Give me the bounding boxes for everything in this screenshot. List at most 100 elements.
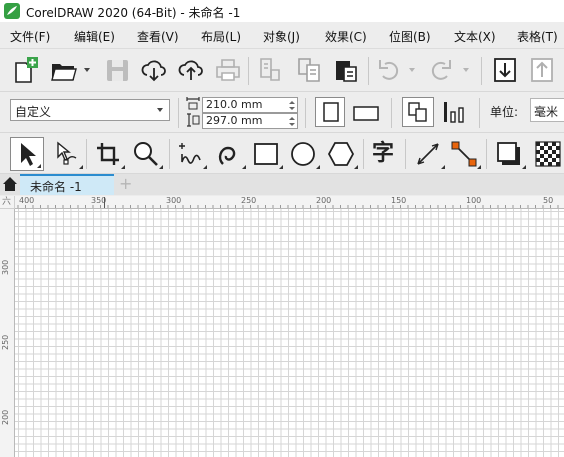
menu-table[interactable]: 表格(T) bbox=[517, 28, 558, 45]
copy-properties-icon[interactable] bbox=[295, 56, 323, 84]
polygon-tool-icon[interactable] bbox=[327, 140, 355, 168]
portrait-page-icon bbox=[323, 102, 339, 122]
menu-object[interactable]: 对象(J) bbox=[263, 28, 300, 45]
toolbar-separator bbox=[86, 139, 87, 169]
tool-flyout-indicator bbox=[316, 165, 320, 169]
decrease-height-arrow[interactable] bbox=[289, 123, 295, 126]
unit-label: 单位: bbox=[490, 105, 519, 119]
connector-tool-icon[interactable] bbox=[450, 140, 478, 168]
artistic-media-tool-icon[interactable] bbox=[215, 140, 243, 168]
increase-width-arrow[interactable] bbox=[289, 101, 295, 104]
add-document-tab-button[interactable]: + bbox=[119, 176, 133, 192]
pick-tool-button[interactable] bbox=[10, 137, 44, 171]
menu-bar: 文件(F) 编辑(E) 查看(V) 布局(L) 对象(J) 效果(C) 位图(B… bbox=[0, 22, 564, 49]
rectangle-tool-icon[interactable] bbox=[252, 140, 280, 168]
ellipse-tool-icon[interactable] bbox=[289, 140, 317, 168]
ruler-label: 300 bbox=[166, 196, 182, 205]
drop-shadow-tool-icon[interactable] bbox=[495, 140, 523, 168]
new-document-icon[interactable] bbox=[12, 56, 40, 84]
tool-flyout-indicator bbox=[203, 165, 207, 169]
menu-edit[interactable]: 编辑(E) bbox=[74, 28, 115, 45]
undo-icon[interactable] bbox=[376, 56, 404, 84]
ruler-label: 250 bbox=[241, 196, 257, 205]
ruler-label: 50 bbox=[543, 196, 554, 205]
menu-view[interactable]: 查看(V) bbox=[137, 28, 179, 45]
menu-file[interactable]: 文件(F) bbox=[10, 28, 50, 45]
title-bar: CorelDRAW 2020 (64-Bit) - 未命名 -1 bbox=[0, 0, 564, 22]
unit-dropdown[interactable]: 毫米 bbox=[530, 98, 564, 122]
vertical-ruler[interactable]: 300 250 200 bbox=[0, 209, 15, 457]
home-icon[interactable] bbox=[2, 176, 18, 192]
toolbar-separator bbox=[479, 98, 480, 128]
portrait-button[interactable] bbox=[315, 97, 345, 127]
undo-dropdown-arrow[interactable] bbox=[409, 68, 415, 72]
print-icon[interactable] bbox=[214, 56, 242, 84]
page-height-value: 297.0 mm bbox=[206, 114, 263, 127]
open-folder-icon[interactable] bbox=[50, 56, 78, 84]
transparency-tool-icon[interactable] bbox=[534, 140, 562, 168]
tool-flyout-indicator bbox=[121, 165, 125, 169]
cloud-download-icon[interactable] bbox=[140, 56, 168, 84]
menu-layout[interactable]: 布局(L) bbox=[201, 28, 241, 45]
save-icon[interactable] bbox=[104, 56, 132, 84]
crop-tool-icon[interactable] bbox=[94, 140, 122, 168]
toolbar-separator bbox=[368, 57, 369, 85]
tool-flyout-indicator bbox=[279, 165, 283, 169]
open-dropdown-arrow[interactable] bbox=[84, 68, 90, 72]
toolbar-separator bbox=[486, 139, 487, 169]
menu-bitmaps[interactable]: 位图(B) bbox=[389, 28, 431, 45]
paste-icon[interactable] bbox=[332, 56, 360, 84]
unit-value: 毫米 bbox=[534, 105, 559, 119]
ruler-origin-corner[interactable]: 六 bbox=[0, 196, 15, 209]
window-title: CorelDRAW 2020 (64-Bit) - 未命名 -1 bbox=[26, 6, 241, 20]
page-height-field[interactable]: 297.0 mm bbox=[202, 113, 298, 129]
toolbar-separator bbox=[481, 57, 482, 85]
page-layout-icon[interactable] bbox=[256, 56, 284, 84]
text-tool-icon[interactable]: 字 bbox=[372, 141, 394, 167]
export-icon[interactable] bbox=[528, 56, 556, 84]
zoom-tool-icon[interactable] bbox=[132, 140, 160, 168]
horizontal-ruler[interactable]: 400 350 300 250 200 150 100 50 bbox=[15, 196, 564, 209]
toolbar-separator bbox=[178, 98, 179, 128]
document-tab[interactable]: 未命名 -1 bbox=[20, 174, 114, 195]
page-width-value: 210.0 mm bbox=[206, 98, 263, 111]
import-icon[interactable] bbox=[491, 56, 519, 84]
ruler-label: 300 bbox=[1, 259, 10, 275]
coreldraw-app-icon bbox=[4, 3, 20, 19]
tool-flyout-indicator bbox=[159, 165, 163, 169]
page-size-dropdown[interactable]: 自定义 bbox=[10, 99, 170, 121]
menu-text[interactable]: 文本(X) bbox=[454, 28, 496, 45]
menu-effects[interactable]: 效果(C) bbox=[325, 28, 367, 45]
toolbar-separator bbox=[248, 57, 249, 85]
page-width-field[interactable]: 210.0 mm bbox=[202, 97, 298, 113]
toolbar-separator bbox=[391, 98, 392, 128]
decrease-width-arrow[interactable] bbox=[289, 107, 295, 110]
standard-toolbar bbox=[0, 49, 564, 92]
all-pages-icon bbox=[408, 102, 427, 122]
all-pages-button[interactable] bbox=[402, 97, 434, 127]
tool-flyout-indicator bbox=[522, 165, 526, 169]
redo-icon[interactable] bbox=[426, 56, 454, 84]
ruler-label: 400 bbox=[19, 196, 35, 205]
increase-height-arrow[interactable] bbox=[289, 117, 295, 120]
ruler-label: 200 bbox=[1, 409, 10, 425]
ruler-label: 200 bbox=[316, 196, 332, 205]
landscape-page-icon[interactable] bbox=[352, 104, 380, 122]
ruler-cursor-marker bbox=[104, 197, 105, 208]
redo-dropdown-arrow[interactable] bbox=[463, 68, 469, 72]
current-page-icon[interactable] bbox=[441, 99, 467, 125]
tool-flyout-indicator bbox=[477, 165, 481, 169]
parallel-dimension-tool-icon[interactable] bbox=[414, 140, 442, 168]
tool-flyout-indicator bbox=[441, 165, 445, 169]
chevron-down-icon bbox=[157, 108, 163, 112]
tool-flyout-indicator bbox=[354, 165, 358, 169]
cloud-upload-icon[interactable] bbox=[177, 56, 205, 84]
drawing-canvas-grid[interactable] bbox=[15, 209, 564, 457]
ruler-label: 250 bbox=[1, 334, 10, 350]
toolbar-separator bbox=[363, 139, 364, 169]
freehand-tool-icon[interactable] bbox=[176, 140, 204, 168]
tool-flyout-indicator bbox=[37, 164, 41, 168]
shape-tool-icon[interactable] bbox=[52, 140, 80, 168]
ruler-label: 150 bbox=[391, 196, 407, 205]
toolbar-separator bbox=[169, 139, 170, 169]
